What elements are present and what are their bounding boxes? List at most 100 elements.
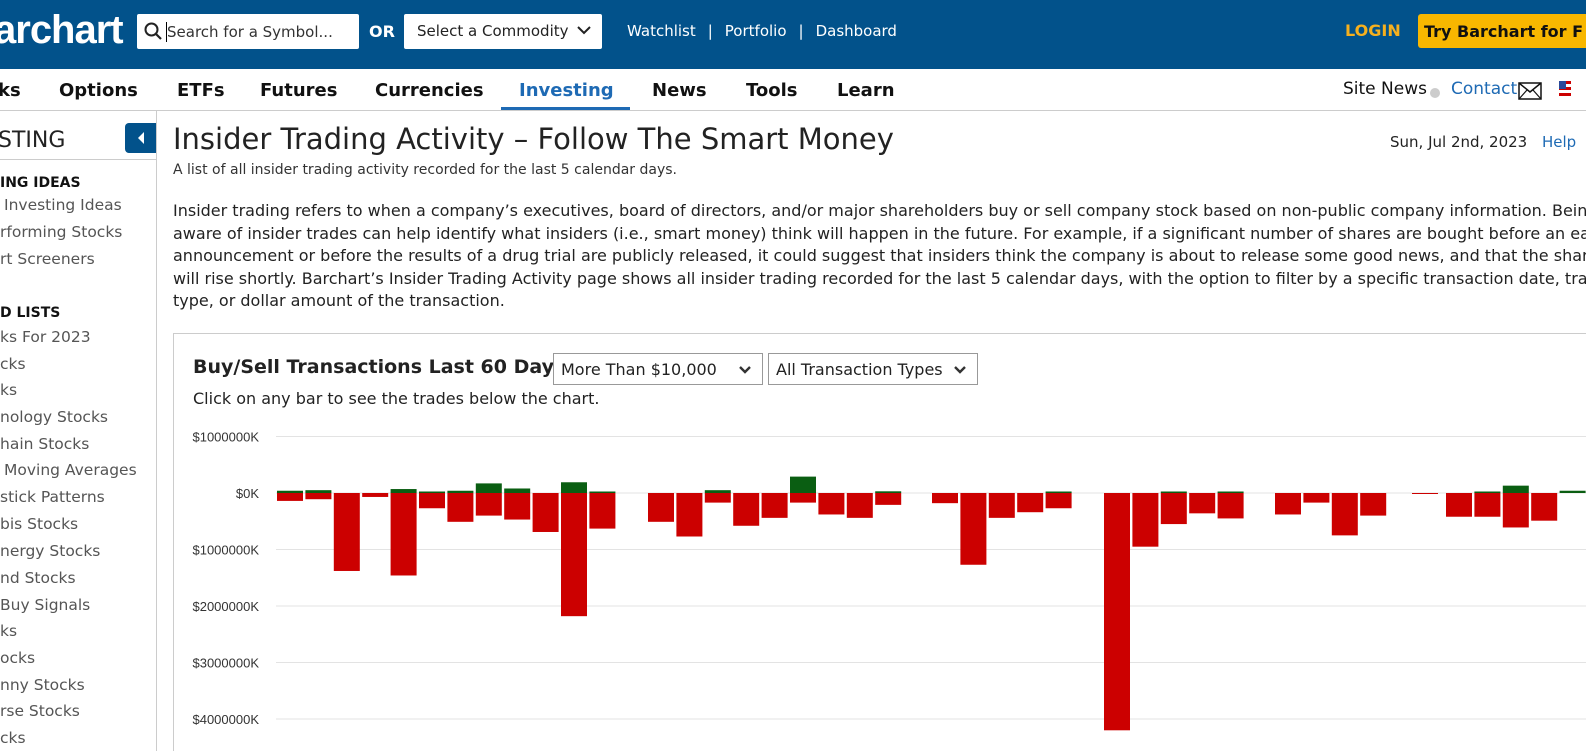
sell-bar[interactable] [733, 493, 760, 526]
sell-bar[interactable] [532, 493, 559, 532]
sidebar-link[interactable]: rt Screeners [0, 250, 95, 268]
sidebar-link[interactable]: Moving Averages [4, 461, 137, 479]
sell-bar[interactable] [362, 493, 389, 497]
sidebar-link[interactable]: rse Stocks [0, 702, 80, 720]
buy-bar[interactable] [561, 482, 587, 493]
sidebar-link[interactable]: nny Stocks [0, 676, 85, 694]
buy-bar[interactable] [704, 490, 731, 493]
sidebar-link[interactable]: ks [0, 381, 17, 399]
symbol-search-input[interactable]: Search for a Symbol... [137, 14, 359, 49]
nav-etfs[interactable]: ETFs [177, 80, 225, 101]
buy-bar[interactable] [390, 489, 417, 493]
buy-bar[interactable] [1474, 491, 1501, 494]
contact-link[interactable]: Contact [1451, 79, 1517, 99]
help-link[interactable]: Help [1542, 133, 1576, 151]
sell-bar[interactable] [504, 493, 531, 520]
sell-bar[interactable] [589, 493, 616, 529]
sell-bar[interactable] [1331, 493, 1358, 536]
nav-news[interactable]: News [652, 80, 707, 101]
nav-futures[interactable]: Futures [260, 80, 337, 101]
sell-bar[interactable] [277, 493, 303, 501]
sell-bar[interactable] [818, 493, 845, 515]
sidebar-link[interactable]: rforming Stocks [0, 223, 122, 241]
sell-bar[interactable] [1160, 493, 1187, 525]
sell-bar[interactable] [390, 493, 417, 576]
sell-bar[interactable] [475, 493, 502, 516]
sidebar-collapse-button[interactable] [125, 123, 156, 153]
sell-bar[interactable] [704, 493, 731, 503]
sell-bar[interactable] [1017, 493, 1044, 513]
sell-bar[interactable] [1275, 493, 1301, 515]
sell-bar[interactable] [988, 493, 1015, 518]
mail-icon[interactable] [1518, 82, 1542, 100]
sell-bar[interactable] [447, 493, 474, 522]
watchlist-link[interactable]: Watchlist [627, 22, 696, 40]
buy-bar[interactable] [1559, 490, 1586, 493]
sidebar-link[interactable]: ks [0, 622, 17, 640]
sidebar-link[interactable]: bis Stocks [0, 515, 78, 533]
sell-bar[interactable] [960, 493, 987, 565]
sell-bar[interactable] [1412, 493, 1438, 494]
sell-bar[interactable] [932, 493, 958, 504]
amount-filter-select[interactable]: More Than $10,000 [553, 353, 763, 385]
login-link[interactable]: LOGIN [1345, 21, 1401, 40]
dashboard-link[interactable]: Dashboard [816, 22, 897, 40]
nav-tools[interactable]: Tools [746, 80, 798, 101]
sidebar-link[interactable]: Buy Signals [0, 596, 90, 614]
sell-bar[interactable] [1132, 493, 1159, 547]
sell-bar[interactable] [1303, 493, 1330, 503]
sell-bar[interactable] [790, 493, 816, 503]
sell-bar[interactable] [846, 493, 873, 518]
sidebar-link[interactable]: cks [0, 729, 26, 747]
nav-learn[interactable]: Learn [837, 80, 895, 101]
buy-bar[interactable] [875, 491, 902, 493]
sell-bar[interactable] [875, 493, 902, 505]
sell-bar[interactable] [1045, 493, 1072, 509]
buy-bar[interactable] [1217, 491, 1244, 494]
nav-investing[interactable]: Investing [519, 80, 614, 101]
sidebar-link[interactable]: nology Stocks [0, 408, 108, 426]
sidebar-link[interactable]: hain Stocks [0, 435, 89, 453]
sell-bar[interactable] [305, 493, 332, 500]
sell-bar[interactable] [1446, 493, 1472, 517]
us-flag-icon[interactable] [1559, 81, 1571, 99]
sidebar-link[interactable]: stick Patterns [0, 488, 105, 506]
buy-bar[interactable] [305, 490, 332, 493]
sell-bar[interactable] [1189, 493, 1216, 514]
buy-bar[interactable] [589, 491, 616, 494]
sell-bar[interactable] [561, 493, 587, 617]
nav-options[interactable]: Options [59, 80, 138, 101]
commodity-select[interactable]: Select a Commodity [404, 14, 602, 49]
sell-bar[interactable] [1531, 493, 1558, 521]
transaction-type-select[interactable]: All Transaction Types [768, 353, 978, 385]
nav-currencies[interactable]: Currencies [375, 80, 484, 101]
sell-bar[interactable] [1217, 493, 1244, 519]
site-news-link[interactable]: Site News [1343, 79, 1427, 99]
sidebar-link[interactable]: ocks [0, 649, 35, 667]
buy-bar[interactable] [504, 488, 531, 493]
sell-bar[interactable] [761, 493, 788, 518]
sell-bar[interactable] [1104, 493, 1130, 731]
sell-bar[interactable] [1502, 493, 1529, 528]
sell-bar[interactable] [419, 493, 445, 509]
buy-bar[interactable] [277, 490, 303, 493]
sidebar-link[interactable]: nd Stocks [0, 569, 76, 587]
sell-bar[interactable] [1360, 493, 1387, 516]
sidebar-link[interactable]: cks [0, 355, 26, 373]
sell-bar[interactable] [676, 493, 703, 537]
sell-bar[interactable] [1474, 493, 1501, 517]
buy-bar[interactable] [1160, 491, 1187, 494]
sidebar-link[interactable]: Investing Ideas [4, 196, 122, 214]
buy-bar[interactable] [475, 483, 502, 493]
sell-bar[interactable] [648, 493, 674, 522]
buy-bar[interactable] [1045, 491, 1072, 494]
buy-bar[interactable] [447, 490, 474, 493]
nav-stocks[interactable]: ks [0, 80, 21, 101]
buy-bar[interactable] [790, 476, 816, 493]
buy-sell-bar-chart[interactable]: $1000000K $0K $1000000K $2000000K $3000000K $… [173, 420, 1586, 751]
try-barchart-button[interactable]: Try Barchart for F [1418, 14, 1586, 48]
sidebar-link[interactable]: nergy Stocks [0, 542, 100, 560]
portfolio-link[interactable]: Portfolio [725, 22, 787, 40]
buy-bar[interactable] [419, 491, 445, 494]
sell-bar[interactable] [333, 493, 360, 571]
